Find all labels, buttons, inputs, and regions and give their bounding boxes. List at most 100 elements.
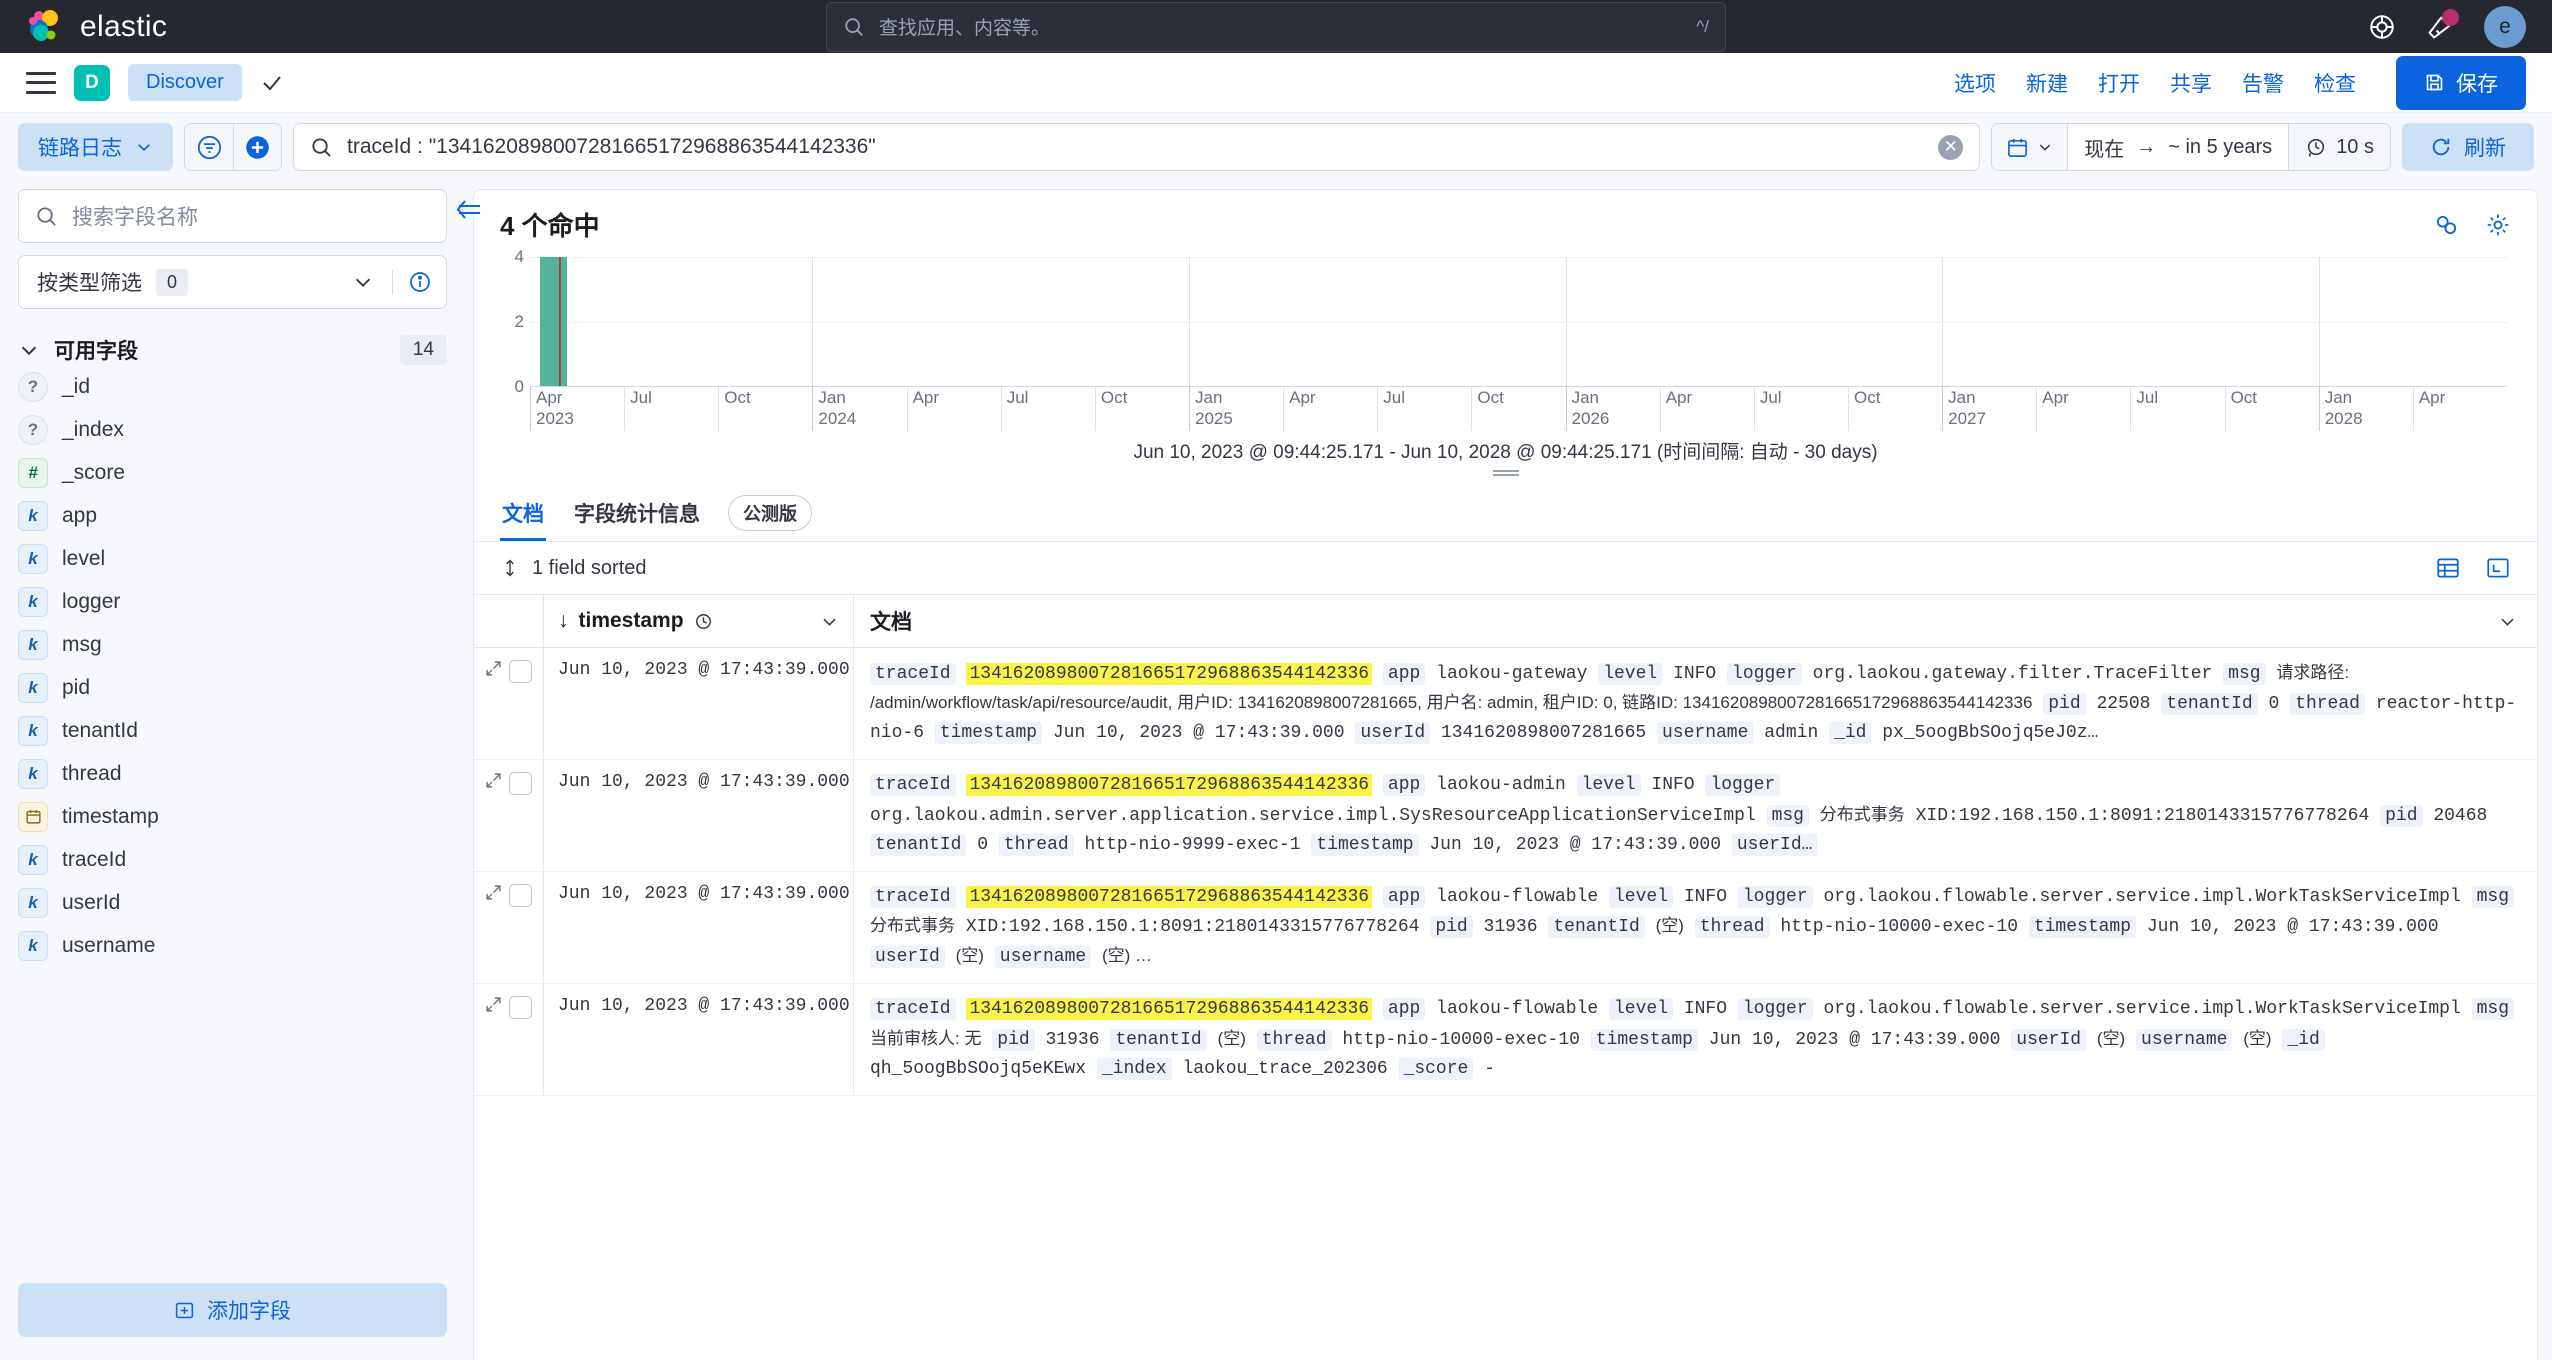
tab-documents[interactable]: 文档 [500,484,546,541]
doc-field-value: org.laokou.admin.server.application.serv… [870,806,1756,826]
breadcrumb[interactable]: Discover [128,64,242,101]
chevron-down-icon[interactable] [2498,612,2537,631]
sort-label[interactable]: 1 field sorted [532,557,647,580]
save-button[interactable]: 保存 [2396,56,2526,110]
field-item[interactable]: timestamp [18,795,447,838]
fullscreen-icon[interactable] [2485,555,2511,581]
filter-actions [184,123,282,171]
row-checkbox[interactable] [509,996,532,1019]
gear-icon[interactable] [2485,212,2511,238]
histogram-chart[interactable]: 420 Apr2023JulOctJan2024AprJulOctJan2025… [474,243,2537,484]
field-search-input[interactable]: 搜索字段名称 [18,189,447,243]
sort-icon[interactable] [500,558,520,578]
nav-new[interactable]: 新建 [2026,68,2068,98]
clear-query-icon[interactable]: ✕ [1938,135,1963,160]
add-filter-icon[interactable] [233,124,281,170]
field-item[interactable]: kthread [18,752,447,795]
chart-options-icon[interactable] [2433,212,2459,238]
table-row[interactable]: Jun 10, 2023 @ 17:43:39.000traceId 13416… [474,648,2537,760]
expand-row-icon[interactable] [485,772,502,789]
nav-inspect[interactable]: 检查 [2314,68,2356,98]
doc-field-value: INFO [1684,999,1727,1019]
sort-bar: 1 field sorted [474,542,2537,595]
avatar[interactable]: e [2484,6,2526,48]
x-tick-label: Jul [1001,387,1029,431]
calendar-icon[interactable] [1992,124,2068,170]
doc-field-key: level [1609,886,1673,908]
field-item[interactable]: klevel [18,537,447,580]
field-sidebar: 搜索字段名称 按类型筛选 0 可用字段 14 ?_id?_in [0,181,465,1360]
tab-field-statistics[interactable]: 字段统计信息 [572,484,702,541]
doc-field-key: logger [1727,663,1802,685]
doc-field-key: userId [870,946,945,968]
collapse-sidebar-icon[interactable] [455,199,483,221]
refresh-interval[interactable]: 10 s [2288,124,2390,170]
doc-field-key: username [2136,1029,2232,1051]
chevron-down-icon[interactable] [820,612,853,631]
y-tick-label: 2 [515,312,524,332]
expand-row-icon[interactable] [485,884,502,901]
field-item[interactable]: #_score [18,451,447,494]
notification-badge [2442,9,2459,26]
density-icon[interactable] [2435,555,2461,581]
row-select-cell [474,648,544,759]
field-item[interactable]: kmsg [18,623,447,666]
field-item[interactable]: kusername [18,924,447,967]
row-checkbox[interactable] [509,772,532,795]
expand-row-icon[interactable] [485,660,502,677]
date-picker: 现在 → ~ in 5 years 10 s [1991,123,2391,171]
beta-badge: 公测版 [728,495,812,531]
available-fields-header[interactable]: 可用字段 14 [18,335,447,365]
row-checkbox[interactable] [509,660,532,683]
filter-icon[interactable] [185,124,233,170]
histogram-bar[interactable] [540,257,567,386]
expand-row-icon[interactable] [485,996,502,1013]
field-item[interactable]: ?_id [18,365,447,408]
dataset-selector[interactable]: 链路日志 [18,123,173,171]
announcement-icon[interactable] [2426,13,2454,41]
table-row[interactable]: Jun 10, 2023 @ 17:43:39.000traceId 13416… [474,760,2537,871]
global-search-input[interactable]: 查找应用、内容等。 ^/ [826,2,1726,52]
doc-field-key: _id [2282,1029,2324,1051]
field-item[interactable]: klogger [18,580,447,623]
doc-field-key: tenantId [870,834,966,856]
page-body: 搜索字段名称 按类型筛选 0 可用字段 14 ?_id?_in [0,181,2552,1360]
chart-resize-handle[interactable] [504,468,2507,484]
field-item[interactable]: ktraceId [18,838,447,881]
field-item[interactable]: ?_index [18,408,447,451]
check-icon[interactable] [260,71,284,95]
header-document-column[interactable]: 文档 [854,595,2537,647]
doc-field-value: laokou-admin [1436,775,1566,795]
field-item[interactable]: kapp [18,494,447,537]
nav-options[interactable]: 选项 [1954,68,1996,98]
menu-icon[interactable] [26,72,56,94]
k-field-type-icon: k [18,501,48,531]
brand[interactable]: elastic [26,7,167,47]
refresh-button[interactable]: 刷新 [2402,123,2534,171]
date-range[interactable]: 现在 → ~ in 5 years [2068,124,2288,170]
type-filter-button[interactable]: 按类型筛选 0 [19,267,392,297]
grid-actions [2435,555,2511,581]
doc-field-value: Jun 10, 2023 @ 17:43:39.000 [1429,835,1721,855]
field-item[interactable]: kuserId [18,881,447,924]
table-row[interactable]: Jun 10, 2023 @ 17:43:39.000traceId 13416… [474,872,2537,984]
help-icon[interactable] [2368,13,2396,41]
info-icon[interactable] [392,270,446,294]
field-item[interactable]: ktenantId [18,709,447,752]
add-field-button[interactable]: 添加字段 [18,1283,447,1337]
nav-open[interactable]: 打开 [2098,68,2140,98]
cell-timestamp: Jun 10, 2023 @ 17:43:39.000 [544,760,854,870]
field-item[interactable]: kpid [18,666,447,709]
query-input[interactable]: traceId : "13416208980072816651729688635… [293,123,1980,171]
x-tick-label: Apr [1283,387,1315,431]
doc-field-value: http-nio-10000-exec-10 [1342,1030,1580,1050]
row-checkbox[interactable] [509,884,532,907]
doc-field-value: 31936 [1484,917,1538,937]
x-tick-label: Jan2026 [1566,387,1610,431]
cell-timestamp: Jun 10, 2023 @ 17:43:39.000 [544,648,854,759]
table-row[interactable]: Jun 10, 2023 @ 17:43:39.000traceId 13416… [474,984,2537,1095]
nav-alerts[interactable]: 告警 [2242,68,2284,98]
nav-share[interactable]: 共享 [2170,68,2212,98]
header-timestamp-column[interactable]: ↓ timestamp [544,595,854,647]
chart-time-range-caption: Jun 10, 2023 @ 09:44:25.171 - Jun 10, 20… [504,431,2507,468]
